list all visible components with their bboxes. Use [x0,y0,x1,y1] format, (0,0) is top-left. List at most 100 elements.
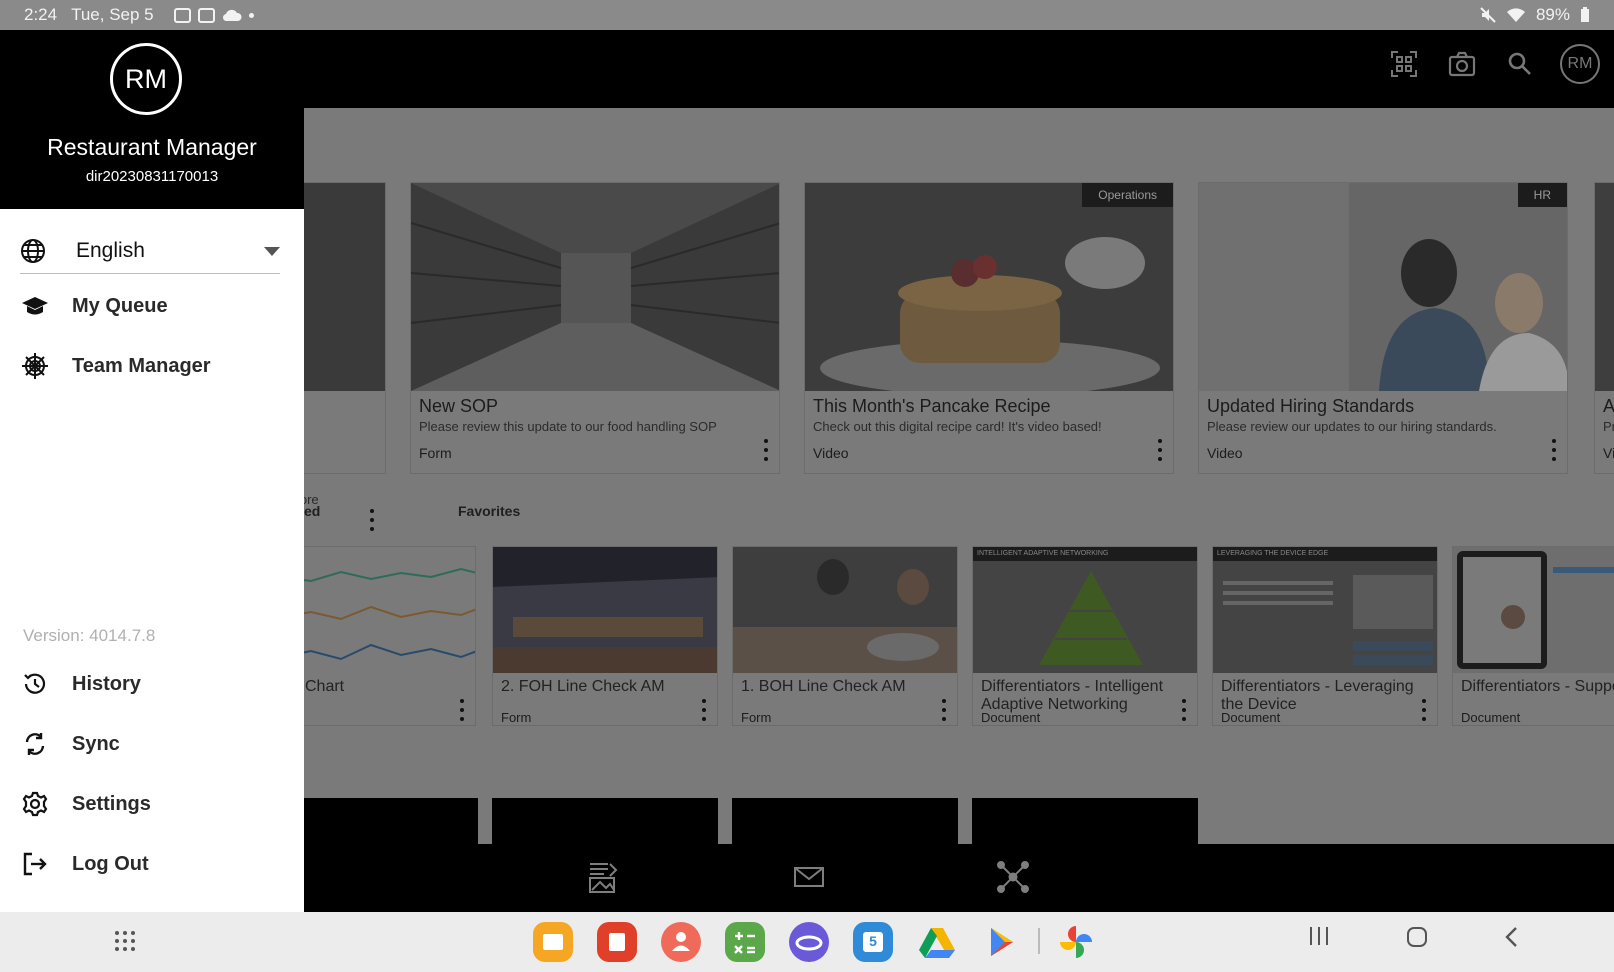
more-options-icon[interactable] [1551,439,1557,461]
status-date: Tue, Sep 5 [71,5,154,24]
calendar-app-icon[interactable]: 5 [853,922,893,962]
menu-item-label: Settings [72,792,151,815]
more-options-icon[interactable] [1181,699,1187,721]
card-title: Differentiators - Intelligent Adaptive N… [981,678,1164,713]
chevron-down-icon [264,246,280,256]
menu-item-team-manager[interactable]: Team Manager [20,348,211,384]
cloud-icon [222,9,242,22]
google-drive-app-icon[interactable] [917,922,957,962]
card-title: Chart [305,678,345,695]
status-time: 2:24 [24,5,58,24]
category-tag: HR [1517,183,1567,207]
featured-card[interactable]: HR Updated Hiring Standards Please revie… [1198,182,1568,474]
card-thumbnail: LEVERAGING THE DEVICE EDGE [1213,547,1437,673]
pancake-image [805,183,1173,391]
content-placeholder [492,798,718,844]
card-description: Please review our updates to our hiring … [1207,419,1497,434]
more-options-icon[interactable] [763,439,769,461]
card-type: Vi [1603,445,1614,461]
profile-avatar[interactable]: RM [1560,44,1600,84]
featured-card[interactable]: A Pr Vi [1594,182,1614,474]
card-title: Differentiators - Suppo for xAPI files [1461,678,1614,695]
search-icon[interactable] [1502,46,1538,82]
menu-item-my-queue[interactable]: My Queue [20,288,168,324]
menu-item-settings[interactable]: Settings [20,786,151,822]
app-notification-icon [197,7,215,23]
hiring-interview-image [1199,183,1567,391]
more-options-icon[interactable] [941,699,947,721]
more-options-icon[interactable] [1421,699,1427,721]
back-icon[interactable] [1504,926,1518,953]
front-of-house-image [493,547,717,673]
featured-card[interactable]: Operations This Month's Pancake Recipe C… [804,182,1174,474]
card-thumbnail: INTELLIGENT ADAPTIVE NETWORKING [973,547,1197,673]
section-label[interactable]: ed [304,503,320,519]
play-store-app-icon[interactable] [981,922,1021,962]
calculator-app-icon[interactable] [725,922,765,962]
camera-icon[interactable] [1444,46,1480,82]
notes-app-icon[interactable] [597,922,637,962]
favorite-card[interactable]: INTELLIGENT ADAPTIVE NETWORKING Differen… [972,546,1198,726]
more-options-icon[interactable] [701,699,707,721]
card-type: Form [741,710,772,725]
menu-item-history[interactable]: History [20,666,141,702]
content-feed-icon[interactable] [586,860,620,894]
menu-item-label: Team Manager [72,354,211,377]
home-icon[interactable] [1406,926,1428,953]
contacts-app-icon[interactable] [661,922,701,962]
favorite-card[interactable]: 2. FOH Line Check AM Form [492,546,718,726]
globe-icon [21,239,45,263]
more-options-icon[interactable] [459,699,465,721]
my-files-app-icon[interactable] [533,922,573,962]
chart-thumbnail-image [281,547,475,673]
content-placeholder [972,798,1198,844]
menu-item-sync[interactable]: Sync [20,726,120,762]
qr-scan-icon[interactable] [1386,46,1422,82]
favorite-card[interactable]: 1. BOH Line Check AM Form [732,546,958,726]
network-hub-icon[interactable] [996,860,1030,894]
card-thumbnail: HR [1199,183,1567,391]
card-type: Form [501,710,532,725]
more-options-icon[interactable] [1157,439,1163,461]
calendar-day: 5 [869,933,877,949]
card-thumbnail [733,547,957,673]
xapi-support-image [1453,547,1614,673]
internet-app-icon[interactable] [789,922,829,962]
language-value: English [76,239,145,262]
graduation-cap-icon [20,291,50,321]
menu-item-log-out[interactable]: Log Out [20,846,149,882]
thumbnail-caption: LEVERAGING THE DEVICE EDGE [1213,547,1437,561]
dock-divider [1038,928,1040,954]
thumbnail-caption: INTELLIGENT ADAPTIVE NETWORKING [973,547,1197,561]
recent-apps-icon[interactable] [1308,926,1330,951]
drawer-header: RM Restaurant Manager dir20230831170013 [0,30,304,209]
team-hub-icon [20,351,50,381]
divider [20,273,280,274]
user-id: dir20230831170013 [85,168,219,185]
card-description: Pr [1603,419,1614,434]
mute-icon [1480,7,1496,23]
drawer-avatar[interactable]: RM [110,43,182,115]
google-photos-app-icon[interactable] [1056,922,1096,962]
walk-in-cooler-image [411,183,779,391]
more-options-icon[interactable] [369,509,375,531]
featured-card[interactable]: New SOP Please review this update to our… [410,182,780,474]
menu-item-label: Log Out [72,852,149,875]
mail-icon[interactable] [792,860,826,894]
gear-icon [20,789,50,819]
favorite-card[interactable]: Chart [280,546,476,726]
header-actions: RM [1386,44,1600,84]
status-bar: 2:24 Tue, Sep 5 89% [0,0,1614,30]
favorite-card[interactable]: Differentiators - Suppo for xAPI files D… [1452,546,1614,726]
favorite-card[interactable]: LEVERAGING THE DEVICE EDGE Differentiato… [1212,546,1438,726]
favorites-tab[interactable]: Favorites [458,503,520,519]
app-drawer-grid-icon[interactable] [114,930,136,957]
card-type: Document [981,710,1041,725]
card-type: Document [1461,710,1521,725]
card-title: A [1603,396,1614,416]
card-thumbnail [493,547,717,673]
menu-item-label: Sync [72,732,120,755]
language-select[interactable]: English [20,226,280,276]
logout-icon [20,849,50,879]
more-notifications-dot [248,12,254,18]
